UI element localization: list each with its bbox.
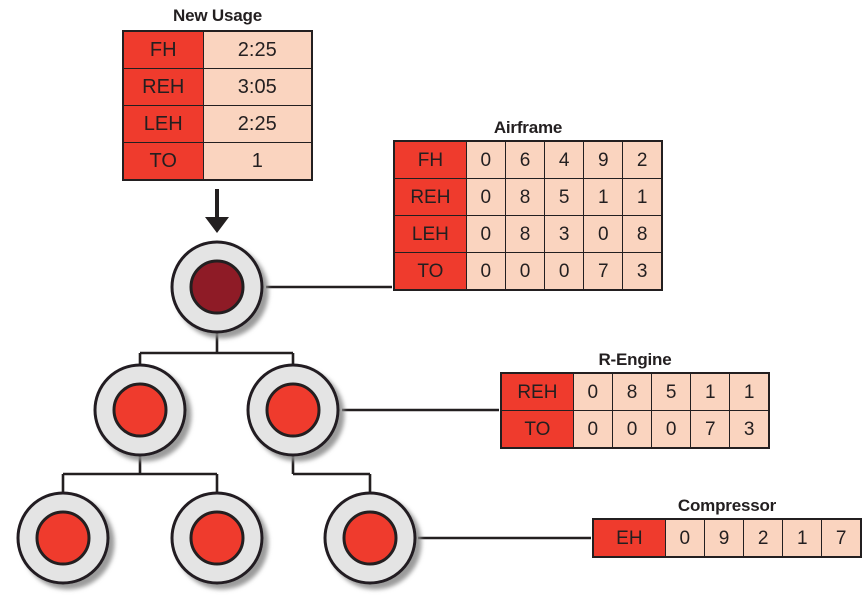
row-value-cell: 4 bbox=[544, 140, 585, 179]
row-value-cell: 8 bbox=[622, 215, 663, 253]
row-value-cell: 9 bbox=[583, 140, 624, 179]
r-engine-table-title: R-Engine bbox=[598, 350, 672, 369]
table-row: REH 3:05 bbox=[122, 68, 313, 106]
row-value-cell: 0 bbox=[572, 410, 613, 449]
row-value-cell: 7 bbox=[821, 518, 862, 558]
row-label-cell: LEH bbox=[393, 215, 467, 253]
new-usage-table-title: New Usage bbox=[173, 6, 262, 25]
row-value-cell: 2 bbox=[743, 518, 784, 558]
compressor-table: EH 0 9 2 1 7 bbox=[592, 518, 862, 558]
table-row: REH 0 8 5 1 1 bbox=[500, 372, 770, 411]
row-value-cell: 8 bbox=[504, 178, 546, 216]
row-value-cell: 2:25 bbox=[202, 105, 313, 143]
compressor-table-title: Compressor bbox=[677, 496, 777, 515]
row-value-cell: 5 bbox=[651, 372, 692, 411]
airframe-table-body: FH 0 6 4 9 2 REH 0 8 5 1 1 LEH 0 8 3 0 8 TO 0 0 0 7 3 bbox=[393, 140, 663, 291]
row-value-cell: 0 bbox=[544, 252, 585, 291]
row-value-cell: 1 bbox=[622, 178, 663, 216]
r-engine-table-body: REH 0 8 5 1 1 TO 0 0 0 7 3 bbox=[500, 372, 770, 449]
tree-node-root-core bbox=[189, 259, 245, 315]
row-value-cell: 0 bbox=[651, 410, 692, 449]
row-value-cell: 3 bbox=[544, 215, 585, 253]
row-label-cell: REH bbox=[122, 68, 204, 106]
row-value-cell: 0 bbox=[465, 215, 506, 253]
tree-node-child-1-core bbox=[112, 382, 168, 438]
row-label-cell: REH bbox=[393, 178, 467, 216]
row-value-cell: 0 bbox=[465, 178, 506, 216]
new-usage-to-root-arrow bbox=[205, 189, 229, 233]
row-value-cell: 0 bbox=[611, 410, 653, 449]
table-row: TO 0 0 0 7 3 bbox=[500, 410, 770, 449]
row-value-cell: 1 bbox=[729, 372, 770, 411]
table-row: FH 2:25 bbox=[122, 30, 313, 69]
airframe-table: FH 0 6 4 9 2 REH 0 8 5 1 1 LEH 0 8 3 0 8 TO 0 0 0 7 3 bbox=[393, 140, 663, 291]
row-value-cell: 1 bbox=[583, 178, 624, 216]
row-value-cell: 8 bbox=[504, 215, 546, 253]
table-row: LEH 0 8 3 0 8 bbox=[393, 215, 663, 253]
row-value-cell: 5 bbox=[544, 178, 585, 216]
row-value-cell: 0 bbox=[465, 140, 506, 179]
tree-node-leaf-1-core bbox=[35, 510, 91, 566]
table-row: EH 0 9 2 1 7 bbox=[592, 518, 862, 558]
table-row: TO 0 0 0 7 3 bbox=[393, 252, 663, 291]
row-value-cell: 0 bbox=[583, 215, 624, 253]
table-row: FH 0 6 4 9 2 bbox=[393, 140, 663, 179]
table-row: LEH 2:25 bbox=[122, 105, 313, 143]
row-value-cell: 7 bbox=[583, 252, 624, 291]
row-value-cell: 0 bbox=[664, 518, 705, 558]
row-label-cell: FH bbox=[122, 30, 204, 69]
row-label-cell: TO bbox=[122, 142, 204, 181]
row-value-cell: 7 bbox=[690, 410, 731, 449]
row-label-cell: FH bbox=[393, 140, 467, 179]
row-value-cell: 3 bbox=[622, 252, 663, 291]
row-value-cell: 1 bbox=[782, 518, 823, 558]
row-label-cell: EH bbox=[592, 518, 666, 558]
new-usage-table: FH 2:25 REH 3:05 LEH 2:25 TO 1 bbox=[122, 30, 313, 181]
table-row: REH 0 8 5 1 1 bbox=[393, 178, 663, 216]
compressor-table-body: EH 0 9 2 1 7 bbox=[592, 518, 862, 558]
row-value-cell: 2:25 bbox=[202, 30, 313, 69]
diagram-canvas: New Usage FH 2:25 REH 3:05 LEH 2:25 TO 1 Airfra… bbox=[0, 0, 866, 613]
row-label-cell: LEH bbox=[122, 105, 204, 143]
tree-node-leaf-2-core bbox=[189, 510, 245, 566]
row-value-cell: 3:05 bbox=[202, 68, 313, 106]
row-value-cell: 0 bbox=[572, 372, 613, 411]
row-value-cell: 2 bbox=[622, 140, 663, 179]
new-usage-table-body: FH 2:25 REH 3:05 LEH 2:25 TO 1 bbox=[122, 30, 313, 181]
tree-node-leaf-3-core bbox=[342, 510, 398, 566]
row-label-cell: REH bbox=[500, 372, 574, 411]
row-value-cell: 8 bbox=[611, 372, 653, 411]
tree-node-child-2-core bbox=[265, 382, 321, 438]
row-value-cell: 3 bbox=[729, 410, 770, 449]
row-value-cell: 6 bbox=[504, 140, 546, 179]
row-value-cell: 0 bbox=[465, 252, 506, 291]
row-label-cell: TO bbox=[500, 410, 574, 449]
r-engine-table: REH 0 8 5 1 1 TO 0 0 0 7 3 bbox=[500, 372, 770, 449]
row-value-cell: 9 bbox=[703, 518, 745, 558]
row-label-cell: TO bbox=[393, 252, 467, 291]
airframe-table-title: Airframe bbox=[493, 118, 563, 137]
row-value-cell: 1 bbox=[202, 142, 313, 181]
row-value-cell: 0 bbox=[504, 252, 546, 291]
row-value-cell: 1 bbox=[690, 372, 731, 411]
table-row: TO 1 bbox=[122, 142, 313, 181]
